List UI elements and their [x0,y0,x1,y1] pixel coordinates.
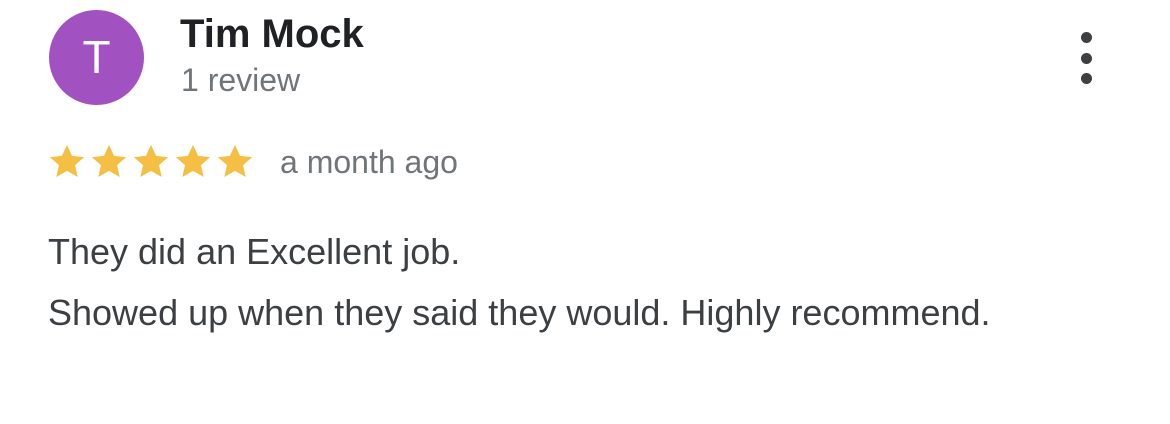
avatar[interactable]: T [49,10,144,105]
star-icon [133,144,169,178]
star-rating [46,141,256,183]
review-text-line-2: Showed up when they said they would. Hig… [48,292,991,333]
more-options-button[interactable] [1066,30,1106,86]
star-icon [91,144,127,178]
reviewer-name[interactable]: Tim Mock [180,12,364,57]
review-text-line-1: They did an Excellent job. [48,231,461,272]
review-time: a month ago [280,143,458,180]
star-icon [175,144,211,178]
more-vert-icon-dot [1080,52,1092,64]
review-text: They did an Excellent job. Showed up whe… [48,221,1108,343]
star-icon [49,144,85,178]
avatar-initial: T [82,31,111,83]
star-icon [217,144,253,178]
review-count[interactable]: 1 review [181,62,300,99]
more-vert-icon-dot [1080,73,1092,84]
rating-row: a month ago [46,140,458,184]
more-vert-icon [1080,32,1092,43]
